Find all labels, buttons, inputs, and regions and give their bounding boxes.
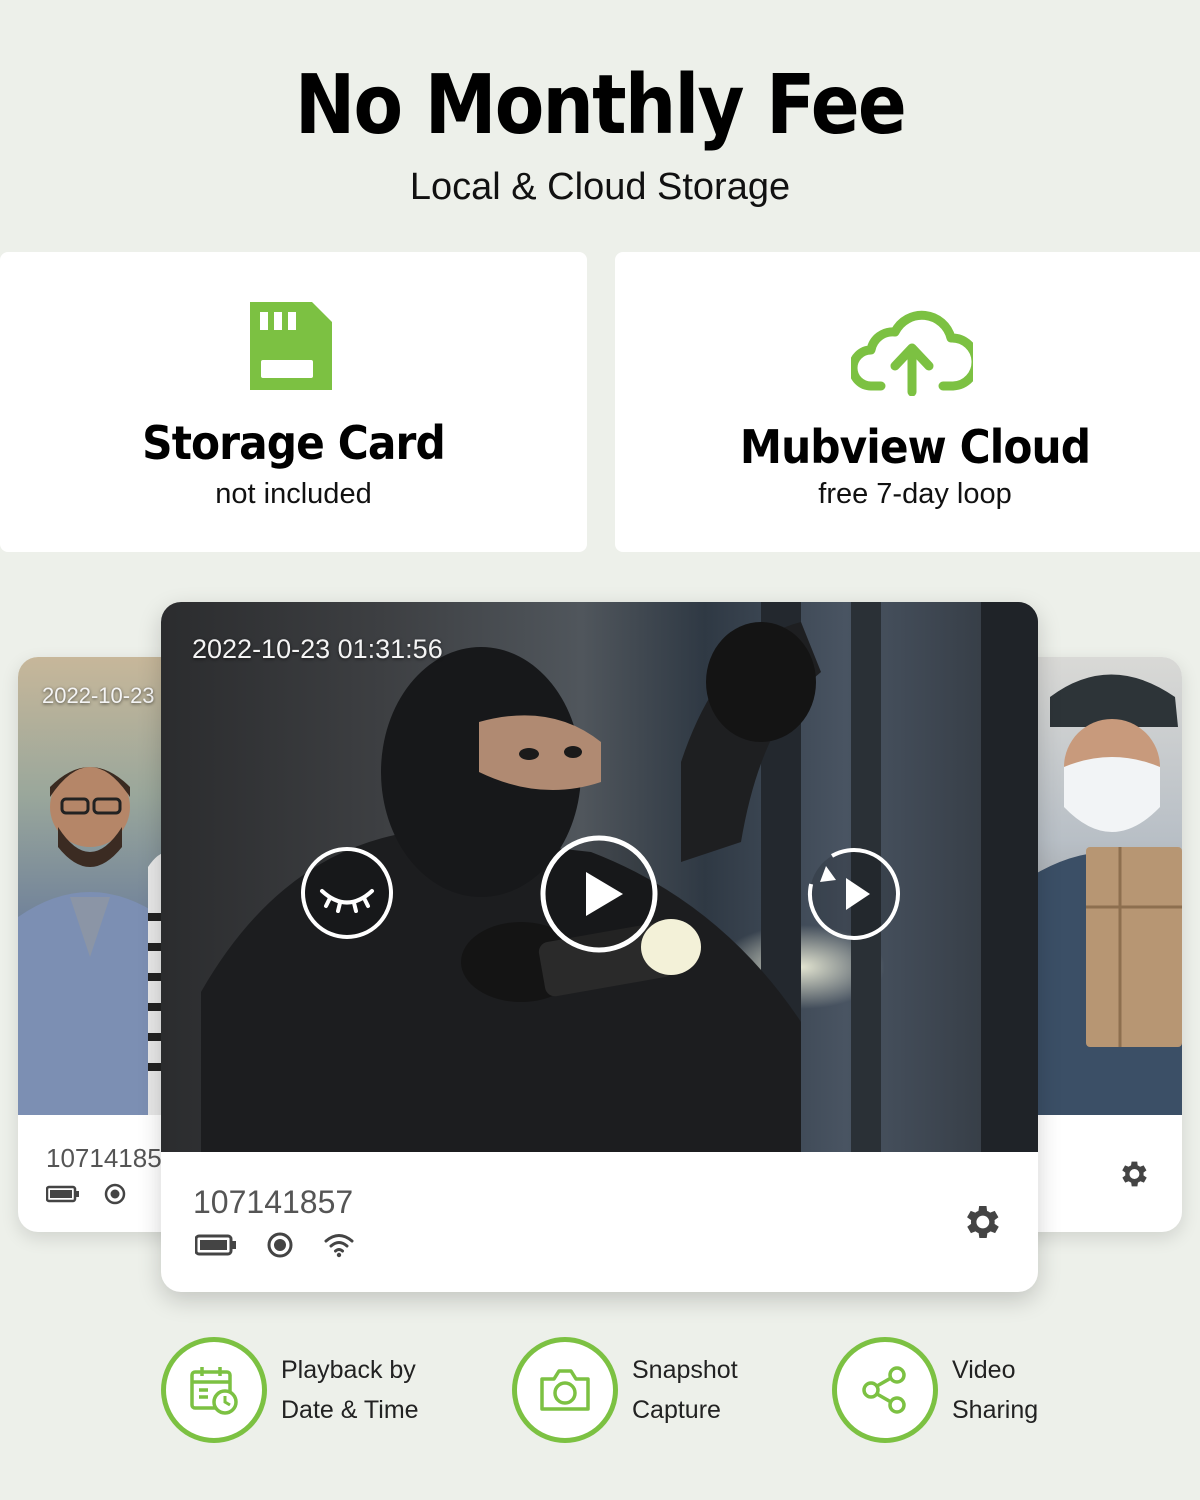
feature-playback-line1: Playback by	[281, 1356, 416, 1384]
timestamp-left: 2022-10-23	[42, 683, 155, 708]
replay-button[interactable]	[806, 846, 902, 947]
page-title: No Monthly Fee	[294, 58, 907, 153]
record-icon	[104, 1183, 126, 1205]
page-subtitle: Local & Cloud Storage	[409, 166, 791, 208]
feature-sharing-label: Video Sharing	[952, 1350, 1038, 1430]
battery-icon	[195, 1234, 237, 1256]
settings-gear-icon[interactable]	[959, 1200, 1003, 1249]
storage-card-option: Storage Card not included	[0, 252, 587, 552]
cloud-storage-option: Mubview Cloud free 7-day loop	[615, 252, 1200, 552]
cloud-storage-title: Mubview Cloud	[739, 420, 1091, 474]
wifi-icon	[323, 1232, 355, 1258]
cloud-upload-icon	[851, 310, 973, 396]
storage-card-subtitle: not included	[215, 478, 372, 510]
feature-snapshot-line2: Capture	[632, 1396, 721, 1424]
feature-playback-label: Playback by Date & Time	[281, 1350, 419, 1430]
night-vision-eye-icon	[301, 847, 393, 939]
timestamp-main: 2022-10-23 01:31:56	[192, 634, 443, 664]
settings-gear-icon-right[interactable]	[1116, 1157, 1150, 1196]
device-id-left: 107141857	[46, 1143, 177, 1173]
feature-playback-line2: Date & Time	[281, 1396, 419, 1424]
battery-icon	[46, 1185, 80, 1203]
feature-sharing: Video Sharing	[832, 1337, 1038, 1443]
cloud-storage-subtitle: free 7-day loop	[818, 478, 1012, 510]
status-row-main	[195, 1232, 355, 1258]
camera-snapshot-main: 2022-10-23 01:31:56	[161, 602, 1038, 1152]
play-button[interactable]	[539, 834, 659, 959]
calendar-clock-icon	[190, 1367, 238, 1415]
sd-card-icon	[250, 302, 332, 390]
feature-sharing-ring	[832, 1337, 938, 1443]
device-id-main: 107141857	[193, 1184, 354, 1220]
night-vision-button[interactable]	[300, 846, 394, 945]
camera-feed-card-main[interactable]: 2022-10-23 01:31:56 107141857	[161, 602, 1038, 1292]
feature-snapshot-ring	[512, 1337, 618, 1443]
play-icon	[540, 835, 658, 953]
replay-icon	[808, 848, 900, 940]
storage-card-title: Storage Card	[142, 416, 446, 470]
feature-sharing-line1: Video	[952, 1356, 1016, 1384]
record-icon	[267, 1232, 293, 1258]
status-row-left	[46, 1183, 126, 1205]
feature-playback-ring	[161, 1337, 267, 1443]
share-icon	[862, 1366, 906, 1414]
feature-snapshot-label: Snapshot Capture	[632, 1350, 738, 1430]
feature-snapshot: Snapshot Capture	[512, 1337, 738, 1443]
camera-icon	[540, 1369, 590, 1411]
feature-snapshot-line1: Snapshot	[632, 1356, 738, 1384]
feature-sharing-line2: Sharing	[952, 1396, 1039, 1424]
feature-playback: Playback by Date & Time	[161, 1337, 419, 1443]
